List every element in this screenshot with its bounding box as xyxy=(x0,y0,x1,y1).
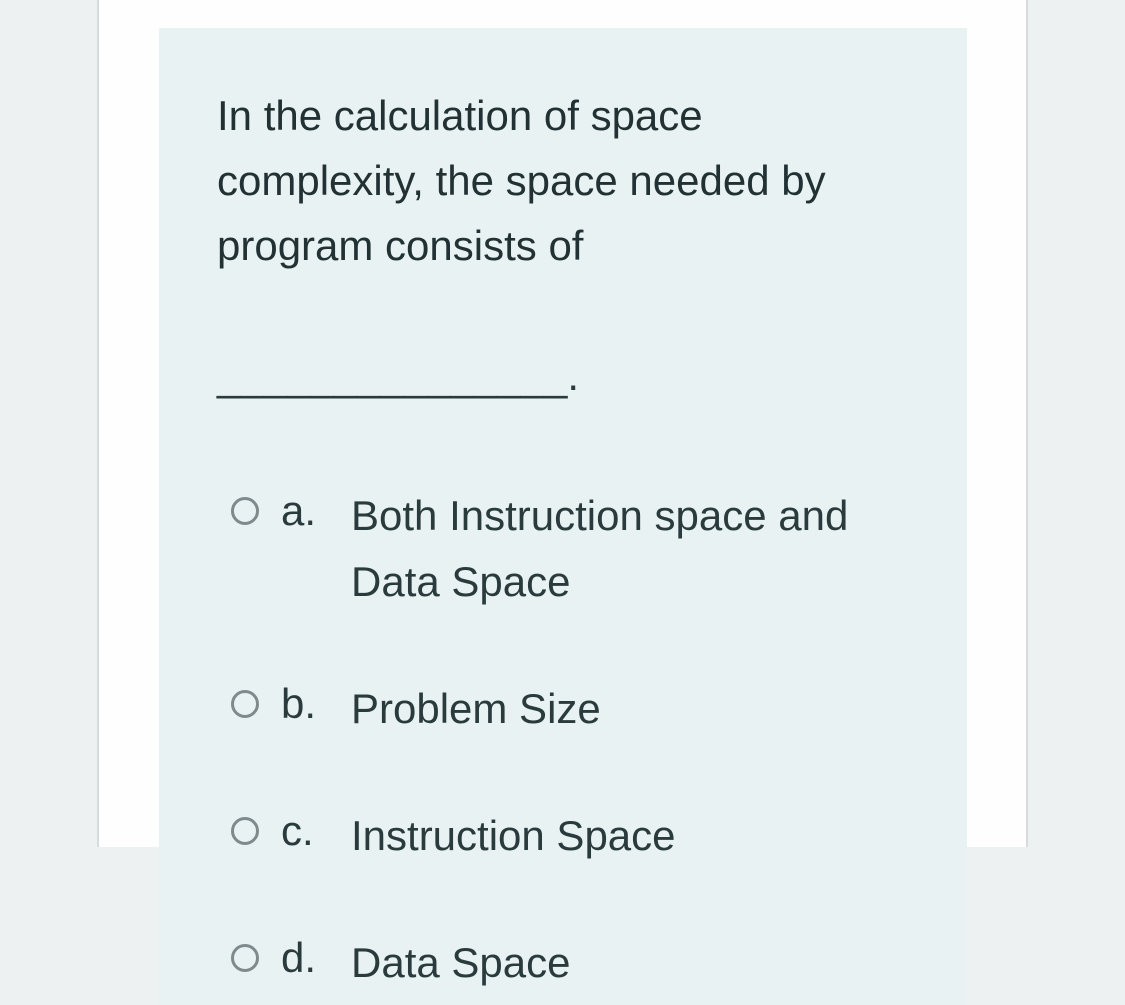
option-text: Instruction Space xyxy=(351,803,676,868)
radio-icon[interactable] xyxy=(231,944,259,972)
options-list: a. Both Instruction space and Data Space… xyxy=(217,483,909,994)
option-text: Both Instruction space and Data Space xyxy=(351,483,909,613)
question-card: In the calculation of space complexity, … xyxy=(159,28,967,1005)
option-d[interactable]: d. Data Space xyxy=(231,930,909,995)
option-text: Problem Size xyxy=(351,676,601,741)
option-a[interactable]: a. Both Instruction space and Data Space xyxy=(231,483,909,613)
option-letter: b. xyxy=(281,676,351,733)
question-blank: _______________. xyxy=(217,343,579,408)
radio-icon[interactable] xyxy=(231,817,259,845)
radio-icon[interactable] xyxy=(231,497,259,525)
option-letter: d. xyxy=(281,930,351,987)
option-letter: c. xyxy=(281,803,351,860)
radio-icon[interactable] xyxy=(231,690,259,718)
question-stem: In the calculation of space complexity, … xyxy=(217,92,826,269)
option-c[interactable]: c. Instruction Space xyxy=(231,803,909,868)
option-b[interactable]: b. Problem Size xyxy=(231,676,909,741)
option-text: Data Space xyxy=(351,930,570,995)
option-letter: a. xyxy=(281,483,351,540)
question-text: In the calculation of space complexity, … xyxy=(217,83,909,408)
